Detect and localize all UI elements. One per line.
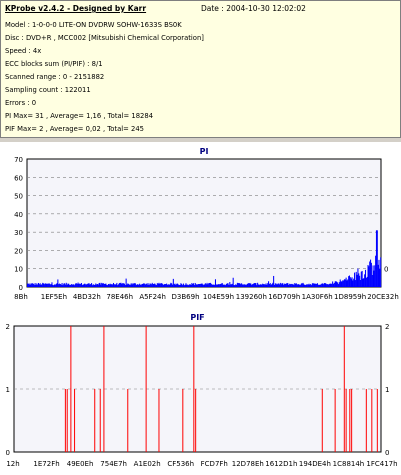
pi-x-tick-D3B69h: D3B69h	[172, 293, 200, 301]
pi-x-tick-1A30F6h: 1A30F6h	[302, 293, 333, 301]
pi-chart-panel: PI 0 10 20 30 40 50 60 70 0 8Bh 1EF5Eh 4BD32h 78E46h A…	[0, 142, 401, 304]
pi-x-tick-20CE32h: 20CE32h	[367, 293, 399, 301]
pif-right-tick-1: 1	[385, 386, 389, 394]
pi-x-tick-1D8959h: 1D8959h	[334, 293, 366, 301]
pi-chart-title: PI	[200, 147, 209, 156]
pif-y-tick-1: 1	[6, 386, 10, 394]
pi-y-tick-60: 60	[14, 174, 23, 182]
pi-plot-area	[26, 158, 382, 288]
pi-y-tick-10: 10	[14, 266, 23, 274]
pi-y-tick-70: 70	[14, 156, 23, 164]
info-disc: Disc : DVD+R , MCC002 [Mitsubishi Chemic…	[5, 34, 204, 42]
info-ecc-blocks: ECC blocks sum (PI/PIF) : 8/1	[5, 60, 103, 68]
pif-x-tick-FCD7Fh: FCD7Fh	[201, 460, 228, 468]
info-model: Model : 1-0-0-0 LITE-ON DVDRW SOHW-1633S…	[5, 21, 182, 29]
info-pif-stats: PIF Max= 2 , Average= 0,02 , Total= 245	[5, 125, 144, 133]
info-errors: Errors : 0	[5, 99, 37, 107]
pi-x-tick-16D709h: 16D709h	[268, 293, 300, 301]
pi-x-tick-104E59h: 104E59h	[203, 293, 234, 301]
pi-x-tick-139260h: 139260h	[236, 293, 267, 301]
pif-x-tick-1612D1h: 1612D1h	[265, 460, 297, 468]
app-title: KProbe v2.4.2 - Designed by Karr	[5, 4, 147, 13]
pif-x-tick-194DE4h: 194DE4h	[299, 460, 331, 468]
info-sampling-count: Sampling count : 122011	[5, 86, 91, 94]
pi-x-tick-1EF5Eh: 1EF5Eh	[41, 293, 67, 301]
pif-right-tick-0: 0	[385, 449, 389, 457]
pif-x-tick-1E72Fh: 1E72Fh	[33, 460, 59, 468]
pif-x-tick-CF536h: CF536h	[167, 460, 194, 468]
pi-right-tick: 0	[384, 266, 388, 274]
info-scanned-range: Scanned range : 0 - 2151882	[5, 73, 105, 81]
pif-x-tick-1FC417h: 1FC417h	[366, 460, 397, 468]
pi-x-tick-A5F24h: A5F24h	[139, 293, 166, 301]
pi-x-tick-4BD32h: 4BD32h	[73, 293, 101, 301]
scan-date: Date : 2004-10-30 12:02:02	[201, 4, 306, 13]
pif-y-tick-0: 0	[6, 449, 10, 457]
pif-x-tick-12h: 12h	[6, 460, 19, 468]
pi-chart: PI01020304050607008Bh 1EF5Eh 4BD32h 78E46h A…	[14, 147, 399, 301]
pi-bar	[380, 257, 382, 287]
info-speed: Speed : 4x	[5, 47, 42, 55]
pi-x-tick-8Bh: 8Bh	[14, 293, 28, 301]
pif-x-tick-A1E02h: A1E02h	[134, 460, 161, 468]
pif-chart-panel: PIF 0 1 2 0 1 2 12h 1E72Fh 49E0Eh 754E7h A1E02h CF53…	[0, 306, 401, 471]
pi-x-tick-78E46h: 78E46h	[106, 293, 133, 301]
pi-y-tick-20: 20	[14, 247, 23, 255]
pi-y-tick-30: 30	[14, 229, 23, 237]
pi-y-tick-0: 0	[19, 284, 23, 292]
pif-x-tick-754E7h: 754E7h	[100, 460, 127, 468]
info-panel: KProbe v2.4.2 - Designed by Karr Date : …	[0, 0, 401, 138]
pif-right-tick-2: 2	[385, 323, 389, 331]
pif-x-tick-1C8814h: 1C8814h	[333, 460, 365, 468]
pi-y-tick-50: 50	[14, 193, 23, 201]
pi-y-tick-40: 40	[14, 211, 23, 219]
pif-chart-title: PIF	[190, 313, 204, 322]
pif-x-tick-12D78Eh: 12D78Eh	[232, 460, 264, 468]
pif-chart: PIF 0 1 2 0 1 2 12h 1E72Fh 49E0Eh 754E7h A1E02h CF53…	[6, 313, 398, 468]
pif-y-tick-2: 2	[6, 323, 10, 331]
pif-x-tick-49E0Eh: 49E0Eh	[67, 460, 94, 468]
info-pi-stats: PI Max= 31 , Average= 1,16 , Total= 1828…	[5, 112, 154, 120]
